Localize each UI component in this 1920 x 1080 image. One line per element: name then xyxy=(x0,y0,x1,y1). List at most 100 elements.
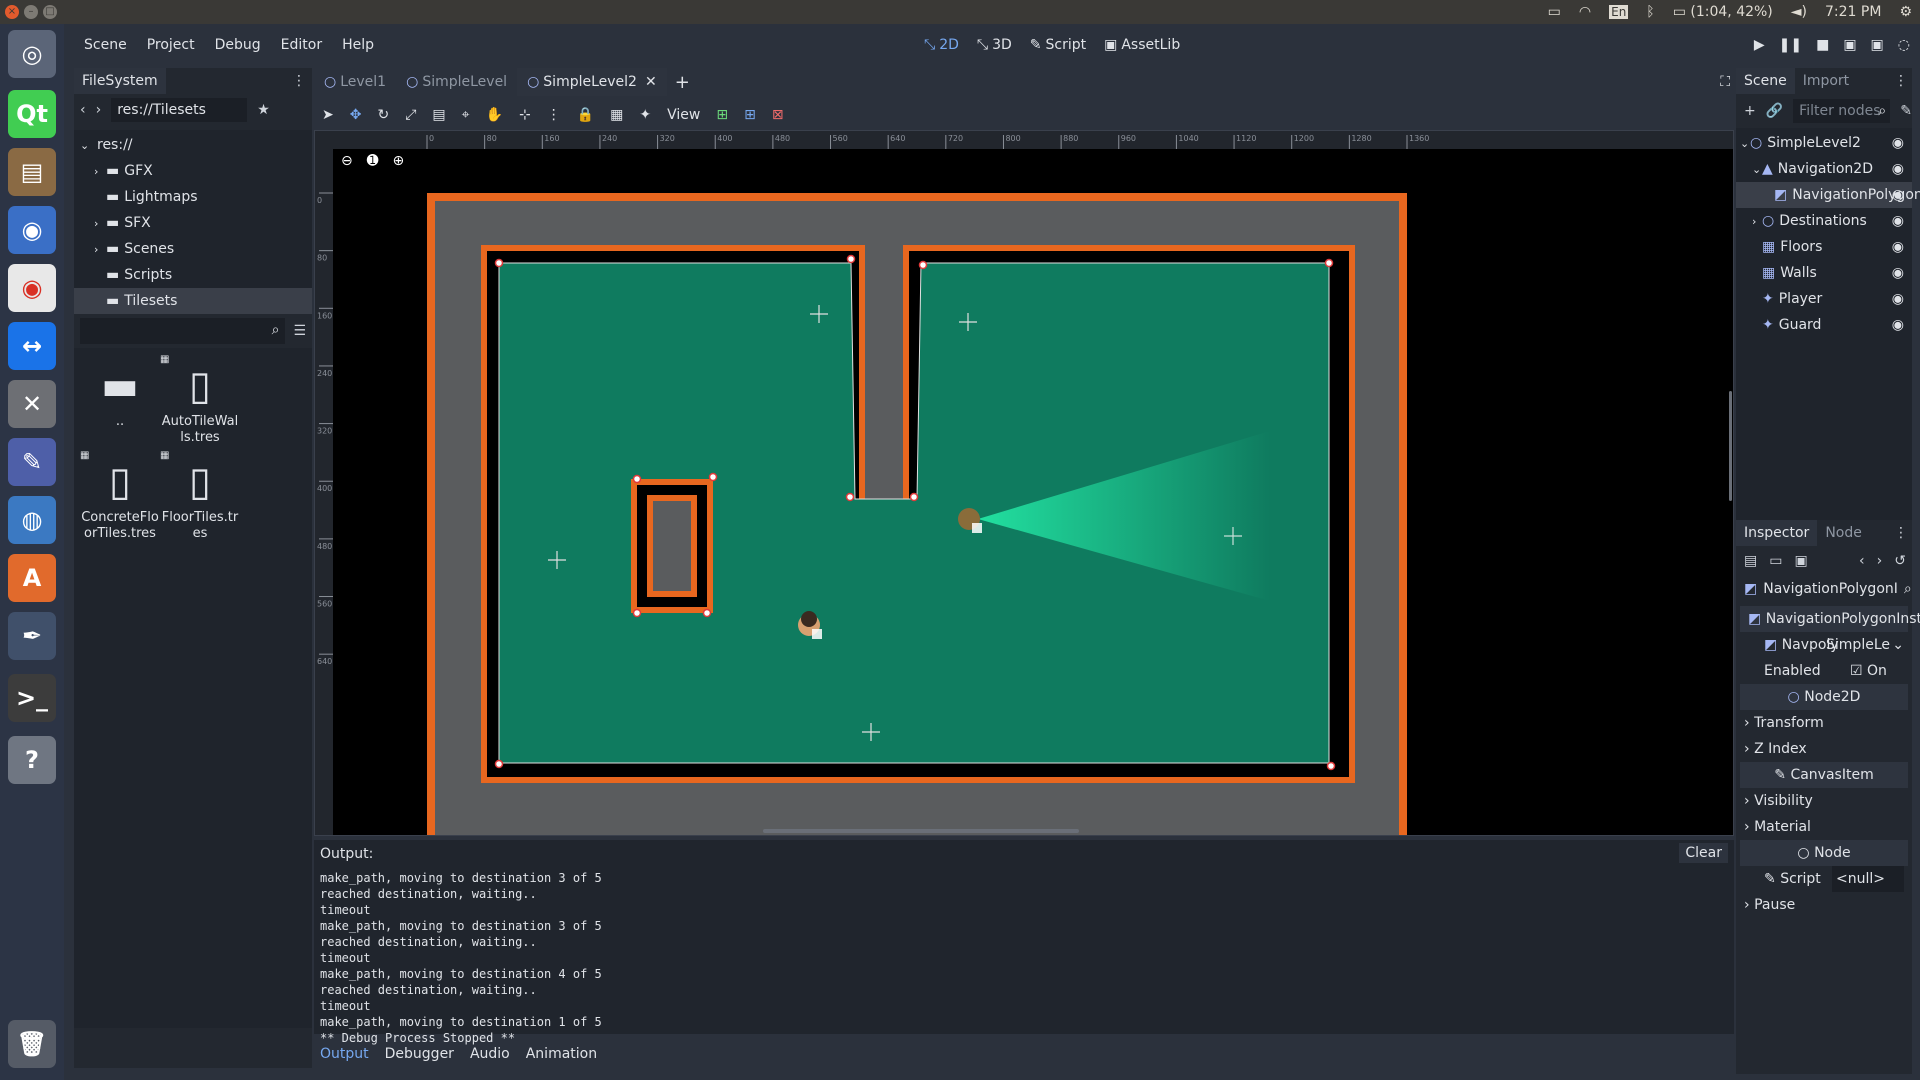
ubuntu-dash-icon[interactable]: ◎ xyxy=(8,30,56,78)
tab-inspector[interactable]: Inspector xyxy=(1736,520,1818,546)
scene-node[interactable]: ▦ Floors ◉ xyxy=(1736,234,1912,260)
volume-icon[interactable]: ◄) xyxy=(1791,4,1807,20)
visibility-eye-icon[interactable]: ◉ xyxy=(1892,156,1904,182)
scene-dock-menu-icon[interactable]: ⋮ xyxy=(1894,73,1908,89)
scene-node[interactable]: ⌄○ SimpleLevel2 ◉ xyxy=(1736,130,1912,156)
enabled-checkbox[interactable]: ☑ On xyxy=(1850,658,1887,684)
close-window-icon[interactable]: × xyxy=(5,5,19,19)
play-icon[interactable]: ▶ xyxy=(1754,37,1765,53)
fs-tree-item[interactable]: ▬ Lightmaps xyxy=(74,184,312,210)
add-node-icon[interactable]: + xyxy=(1744,103,1756,119)
menu-project[interactable]: Project xyxy=(137,37,205,53)
view-menu[interactable]: View xyxy=(667,107,700,123)
stop-icon[interactable]: ■ xyxy=(1816,37,1829,53)
pause-section[interactable]: › Pause xyxy=(1740,892,1908,918)
viewport-vscroll[interactable] xyxy=(1729,391,1732,501)
keyboard-indicator[interactable]: En xyxy=(1609,5,1629,19)
zoom-in-icon[interactable]: ⊕ xyxy=(392,153,404,169)
rotate-tool-icon[interactable]: ↻ xyxy=(377,107,389,123)
key-position-icon[interactable]: ⊞ xyxy=(716,107,728,123)
attach-script-icon[interactable]: ✎ xyxy=(1900,103,1912,119)
tab-scene[interactable]: Scene xyxy=(1736,68,1795,94)
visibility-eye-icon[interactable]: ◉ xyxy=(1892,260,1904,286)
software-center-icon[interactable]: A xyxy=(8,554,56,602)
bottom-tab[interactable]: Debugger xyxy=(385,1046,454,1062)
settings-gear-icon[interactable]: ⚙ xyxy=(1899,4,1912,20)
maximize-window-icon[interactable]: □ xyxy=(43,5,57,19)
visibility-eye-icon[interactable]: ◉ xyxy=(1892,130,1904,156)
zoom-reset-icon[interactable]: ➊ xyxy=(367,153,379,169)
minimize-window-icon[interactable]: – xyxy=(24,5,38,19)
select-tool-icon[interactable]: ➤ xyxy=(322,107,334,123)
navpoly-dropdown-icon[interactable]: ⌄ xyxy=(1892,632,1904,658)
mode-assetlib[interactable]: ▣ AssetLib xyxy=(1104,37,1180,53)
visibility-eye-icon[interactable]: ◉ xyxy=(1892,208,1904,234)
clock[interactable]: 7:21 PM xyxy=(1825,4,1881,20)
fs-tree-item[interactable]: › ▬ Scenes xyxy=(74,236,312,262)
fs-tree-item[interactable]: ⌄ res:// xyxy=(74,132,312,158)
load-resource-icon[interactable]: ▭ xyxy=(1769,553,1782,569)
path-field[interactable]: res://Tilesets xyxy=(111,98,248,122)
inspector-menu-icon[interactable]: ⋮ xyxy=(1894,525,1908,541)
instance-scene-icon[interactable]: 🔗 xyxy=(1766,103,1783,119)
close-tab-icon[interactable]: ✕ xyxy=(645,74,657,90)
chevron-right-icon[interactable]: › xyxy=(94,237,106,263)
history-icon[interactable]: ↺ xyxy=(1894,553,1906,569)
file-item[interactable]: ▦ ▯ FloorTiles.tres xyxy=(160,450,240,542)
file-search-field[interactable]: ⌕ xyxy=(80,318,286,344)
bottom-tab[interactable]: Animation xyxy=(526,1046,597,1062)
viewport-hscroll[interactable] xyxy=(763,829,1079,833)
file-item[interactable]: ▦ ▯ AutoTileWalls.tres xyxy=(160,354,240,446)
visibility-eye-icon[interactable]: ◉ xyxy=(1892,312,1904,338)
bottom-tab[interactable]: Audio xyxy=(470,1046,510,1062)
mode-script[interactable]: ✎ Script xyxy=(1030,37,1086,53)
zoom-out-icon[interactable]: ⊖ xyxy=(341,153,353,169)
fs-tree-item[interactable]: › ▬ SFX xyxy=(74,210,312,236)
chevron-down-icon[interactable]: ⌄ xyxy=(1740,131,1750,157)
history-back-icon[interactable]: ‹ xyxy=(1859,553,1865,569)
forward-icon[interactable]: › xyxy=(96,102,102,118)
fs-tree-item[interactable]: ▬ Tilesets xyxy=(74,288,312,314)
mode-3d[interactable]: ⤡ 3D xyxy=(977,37,1012,53)
new-resource-icon[interactable]: ▤ xyxy=(1744,553,1757,569)
chrome-icon[interactable]: ◉ xyxy=(8,264,56,312)
chevron-right-icon[interactable]: › xyxy=(1752,209,1762,235)
chevron-right-icon[interactable]: › xyxy=(94,159,106,185)
pivot-tool-icon[interactable]: ⌖ xyxy=(462,107,470,123)
scene-node[interactable]: ✦ Player ◉ xyxy=(1736,286,1912,312)
new-scene-tab-icon[interactable]: + xyxy=(675,72,690,93)
chevron-down-icon[interactable]: ⌄ xyxy=(1752,157,1762,183)
back-icon[interactable]: ‹ xyxy=(80,102,86,118)
viewport-canvas[interactable]: 0 80 160 240 320 400 480 560 640 720 800 880 960 1040… xyxy=(315,131,1734,836)
key-rotation-icon[interactable]: ⊞ xyxy=(744,107,756,123)
file-item[interactable]: ▬.. xyxy=(80,358,160,430)
output-log[interactable]: make_path, moving to destination 3 of 5 r… xyxy=(314,870,1734,1045)
list-view-icon[interactable]: ☰ xyxy=(293,323,306,339)
pause-icon[interactable]: ❚❚ xyxy=(1779,37,1802,53)
menu-editor[interactable]: Editor xyxy=(271,37,332,53)
qt-creator-icon[interactable]: Qt xyxy=(8,90,56,138)
display-icon[interactable]: ▭ xyxy=(1548,4,1561,20)
navpoly-value[interactable]: SimpleLe xyxy=(1826,632,1890,658)
transform-section[interactable]: › Transform xyxy=(1740,710,1908,736)
bone-icon[interactable]: ✦ xyxy=(639,107,651,123)
clear-output-button[interactable]: Clear xyxy=(1679,843,1728,863)
save-resource-icon[interactable]: ▣ xyxy=(1794,553,1807,569)
inspector-object-row[interactable]: ◩ NavigationPolygonI ⌕ xyxy=(1736,576,1912,602)
help-icon[interactable]: ? xyxy=(8,736,56,784)
terminal-icon[interactable]: >_ xyxy=(8,674,56,722)
scale-tool-icon[interactable]: ⤢ xyxy=(405,107,416,123)
battery-indicator[interactable]: ▭ (1:04, 42%) xyxy=(1673,4,1773,20)
inkscape-icon[interactable]: ✎ xyxy=(8,438,56,486)
wifi-icon[interactable]: ◠ xyxy=(1579,4,1591,20)
teamviewer-icon[interactable]: ↔ xyxy=(8,322,56,370)
fs-tree-item[interactable]: ▬ Scripts xyxy=(74,262,312,288)
favorite-star-icon[interactable]: ★ xyxy=(257,102,270,118)
history-forward-icon[interactable]: › xyxy=(1877,553,1883,569)
visibility-eye-icon[interactable]: ◉ xyxy=(1892,234,1904,260)
scene-node[interactable]: ✦ Guard ◉ xyxy=(1736,312,1912,338)
material-section[interactable]: › Material xyxy=(1740,814,1908,840)
file-item[interactable]: ▦ ▯ ConcreteFloorTiles.tres xyxy=(80,450,160,542)
text-editor-icon[interactable]: ✒ xyxy=(8,612,56,660)
chevron-right-icon[interactable]: › xyxy=(94,211,106,237)
